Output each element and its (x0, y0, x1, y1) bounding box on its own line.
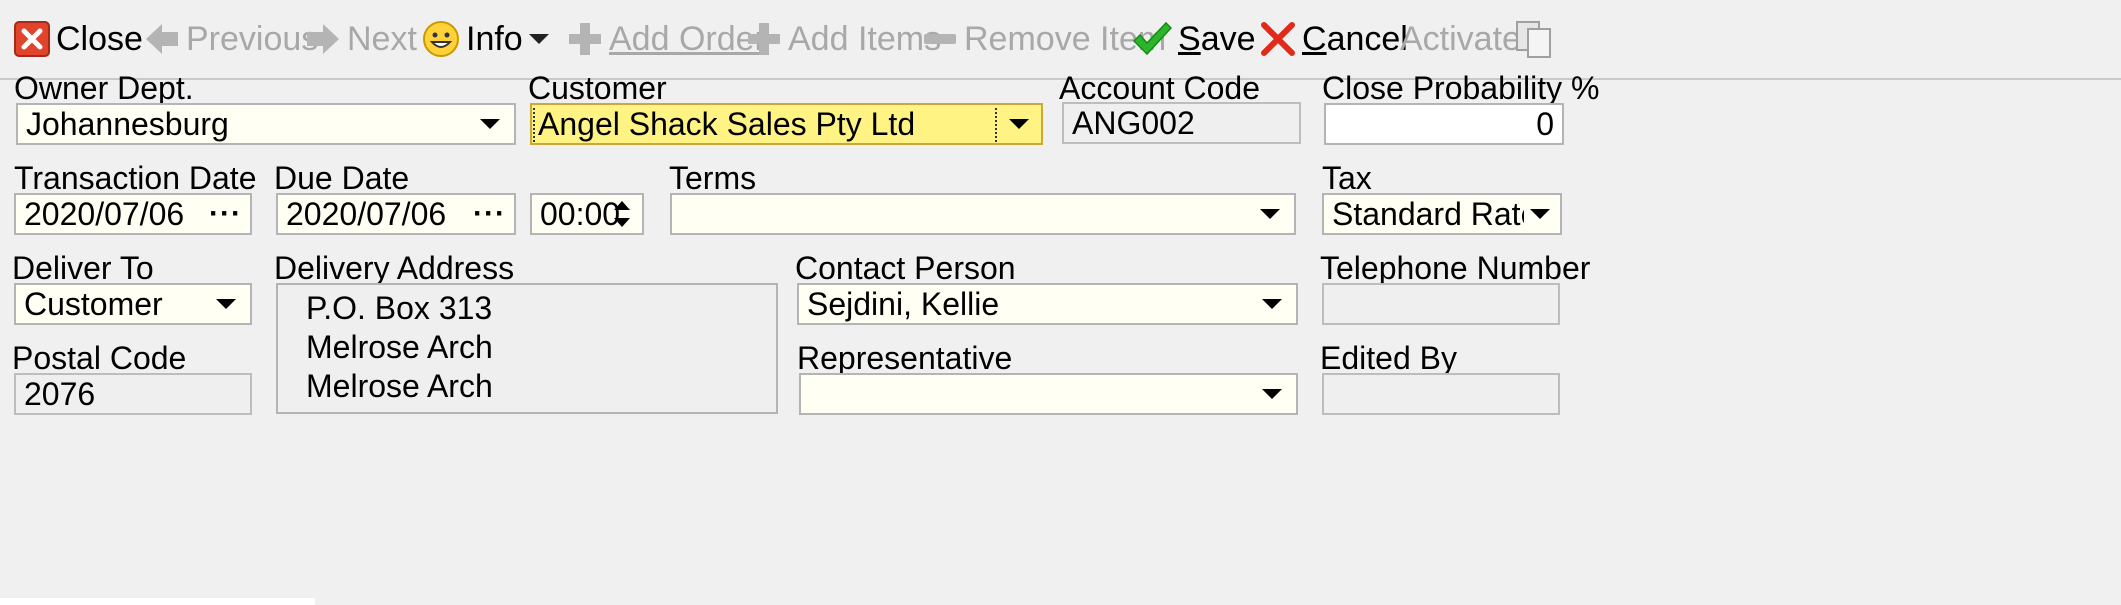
date-picker-button[interactable]: ··· (473, 195, 506, 233)
deliver-to-label: Deliver To (12, 250, 154, 286)
chevron-down-icon (1520, 195, 1560, 233)
close-probability-input[interactable]: 0 (1324, 103, 1564, 145)
transaction-form: Owner Dept. Johannesburg Customer Angel … (0, 70, 2121, 605)
due-time-input[interactable]: 00:00 (530, 193, 644, 235)
checkmark-icon (1132, 21, 1172, 57)
previous-label: Previous (186, 19, 319, 58)
chevron-down-icon (528, 32, 550, 46)
postal-code-field: 2076 (14, 373, 252, 415)
add-items-label: Add Items (788, 19, 942, 58)
date-picker-button[interactable]: ··· (209, 195, 242, 233)
info-label: Info (466, 19, 523, 58)
activate-label: Activate (1400, 19, 1521, 58)
transaction-date-input[interactable]: 2020/07/06 ··· (14, 193, 252, 235)
next-button[interactable]: Next (305, 0, 417, 78)
save-label-rest: ave (1200, 19, 1256, 58)
delivery-address-label: Delivery Address (274, 250, 515, 286)
postal-code-label: Postal Code (12, 340, 187, 376)
edited-by-field (1322, 373, 1560, 415)
tab-strip-edge (0, 598, 315, 605)
customer-value: Angel Shack Sales Pty Ltd (533, 105, 997, 143)
chevron-down-icon (1252, 375, 1292, 413)
cancel-label: Cancel (1302, 20, 1408, 59)
tax-select[interactable]: Standard Rate - G (1322, 193, 1562, 235)
cancel-label-rest: ancel (1326, 19, 1408, 58)
time-spinner[interactable] (614, 195, 630, 233)
contact-person-select[interactable]: Sejdini, Kellie (797, 283, 1298, 325)
customer-select[interactable]: Angel Shack Sales Pty Ltd (530, 103, 1043, 145)
arrow-left-icon (144, 22, 180, 56)
smiley-icon (422, 20, 460, 58)
transaction-date-label: Transaction Date (14, 160, 257, 196)
due-time-value: 00:00 (540, 195, 621, 232)
cross-icon (1260, 21, 1296, 57)
transaction-date-value: 2020/07/06 (24, 195, 185, 232)
account-code-value: ANG002 (1072, 104, 1195, 141)
save-label: Save (1178, 20, 1256, 59)
owner-dept-value: Johannesburg (26, 105, 229, 142)
owner-dept-label: Owner Dept. (14, 70, 194, 106)
address-line: Melrose Arch (306, 368, 493, 404)
spin-up-icon[interactable] (614, 201, 630, 210)
chevron-down-icon (1250, 195, 1290, 233)
address-line: P.O. Box 313 (306, 290, 493, 326)
add-order-button[interactable]: Add Order (567, 0, 766, 78)
due-date-value: 2020/07/06 (286, 195, 447, 232)
telephone-label: Telephone Number (1320, 250, 1591, 286)
address-line: Johannesburg (306, 406, 776, 412)
tax-label: Tax (1322, 160, 1372, 196)
deliver-to-value: Customer (24, 285, 163, 322)
arrow-right-icon (305, 22, 341, 56)
copy-icon (1514, 19, 1554, 59)
postal-code-value: 2076 (24, 375, 96, 412)
representative-label: Representative (797, 340, 1013, 376)
edited-by-label: Edited By (1320, 340, 1457, 376)
telephone-field (1322, 283, 1560, 325)
previous-button[interactable]: Previous (144, 0, 318, 78)
owner-dept-select[interactable]: Johannesburg (16, 103, 516, 145)
add-items-button[interactable]: Add Items (746, 0, 941, 78)
tax-value: Standard Rate - G (1332, 195, 1524, 232)
close-icon (14, 21, 50, 57)
chevron-down-icon (470, 105, 510, 143)
cancel-label-accel: C (1302, 19, 1327, 58)
chevron-down-icon (206, 285, 246, 323)
next-label: Next (347, 19, 417, 58)
terms-label: Terms (669, 160, 757, 196)
close-probability-label: Close Probability % (1322, 70, 1600, 106)
due-date-label: Due Date (274, 160, 410, 196)
copy-button[interactable] (1514, 0, 1554, 78)
chevron-down-icon (1252, 285, 1292, 323)
address-line: Melrose Arch (306, 329, 493, 365)
customer-label: Customer (528, 70, 667, 106)
contact-person-label: Contact Person (795, 250, 1016, 286)
close-label: Close (56, 19, 143, 58)
deliver-to-select[interactable]: Customer (14, 283, 252, 325)
save-button[interactable]: Save (1132, 0, 1256, 78)
minus-icon (922, 21, 958, 57)
toolbar: Close Previous Next Info Add Order Add I… (0, 0, 2121, 80)
account-code-field: ANG002 (1062, 102, 1301, 144)
due-date-input[interactable]: 2020/07/06 ··· (276, 193, 516, 235)
activate-button[interactable]: Activate (1400, 0, 1521, 78)
spin-down-icon[interactable] (614, 218, 630, 227)
representative-select[interactable] (799, 373, 1298, 415)
remove-item-button[interactable]: Remove Item (922, 0, 1166, 78)
info-button[interactable]: Info (422, 0, 523, 78)
save-label-accel: S (1178, 19, 1201, 58)
plus-icon (567, 21, 603, 57)
chevron-down-icon (999, 105, 1039, 143)
delivery-address-box[interactable]: P.O. Box 313 Melrose Arch Melrose Arch J… (276, 283, 778, 414)
terms-select[interactable] (670, 193, 1296, 235)
close-probability-value: 0 (1536, 105, 1554, 142)
add-order-label: Add Order (609, 19, 766, 58)
cancel-button[interactable]: Cancel (1260, 0, 1408, 78)
plus-icon (746, 21, 782, 57)
info-dropdown-button[interactable] (528, 0, 550, 78)
contact-person-value: Sejdini, Kellie (807, 285, 1000, 322)
close-button[interactable]: Close (14, 0, 143, 78)
